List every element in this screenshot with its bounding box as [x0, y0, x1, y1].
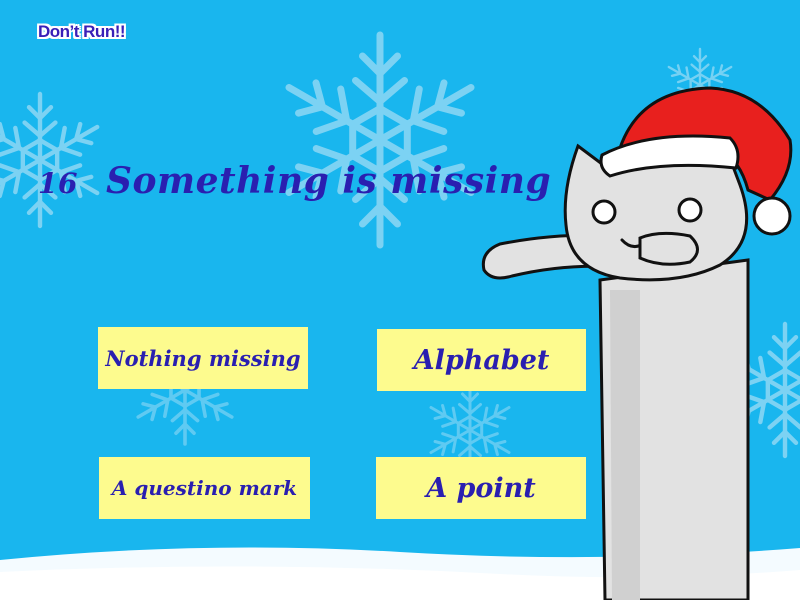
snowflake-icon	[289, 35, 471, 245]
question-text: Something is missing	[105, 160, 552, 202]
answer-label: A questino mark	[111, 476, 298, 500]
question: 16 Something is missing	[38, 160, 551, 202]
dont-run-button[interactable]: Don’t Run!!	[38, 22, 126, 42]
question-number: 16	[38, 167, 78, 200]
game-screen: Don’t Run!! 16 Something is missing Nothi…	[0, 0, 800, 600]
answer-button-3[interactable]: A questino mark	[99, 457, 310, 519]
answer-label: A point	[426, 472, 536, 504]
answer-label: Alphabet	[413, 344, 550, 376]
answer-button-2[interactable]: Alphabet	[377, 329, 586, 391]
answer-label: Nothing missing	[105, 345, 301, 371]
answer-button-4[interactable]: A point	[376, 457, 586, 519]
answer-button-1[interactable]: Nothing missing	[98, 327, 308, 389]
